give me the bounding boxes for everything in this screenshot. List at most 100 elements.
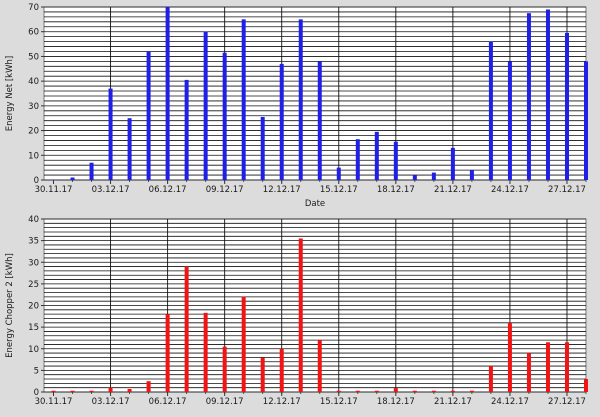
bar: [165, 7, 170, 180]
bar: [298, 238, 303, 392]
bar: [184, 79, 189, 180]
y-tick-label: 70: [28, 3, 39, 13]
chart-canvas: 01020304050607030.11.17 03.12.17 06.12.17 0…: [5, 3, 588, 407]
bar: [279, 63, 284, 180]
bar: [279, 348, 284, 392]
bar: [355, 139, 360, 180]
bar: [412, 390, 417, 392]
bar: [317, 340, 322, 392]
x-tick-label: 12.12.17: [263, 185, 301, 195]
bar: [146, 381, 151, 392]
bar: [374, 390, 379, 392]
bar: [241, 19, 246, 180]
bar: [488, 366, 493, 392]
x-tick-label: 06.12.17: [149, 397, 187, 407]
y-tick-label: 5: [34, 366, 39, 376]
x-tick-label: 12.12.17: [263, 397, 301, 407]
bar: [127, 388, 132, 392]
bar: [469, 390, 474, 392]
y-tick-label: 30: [28, 258, 39, 268]
y-tick-label: 40: [28, 77, 39, 87]
y-tick-label: 25: [28, 280, 39, 290]
y-tick-label: 15: [28, 323, 39, 333]
x-tick-label: 09.12.17: [206, 185, 244, 195]
bar: [584, 379, 588, 392]
y-tick-label: 20: [28, 302, 39, 312]
y-axis-label: Energy Chopper 2 [kWh]: [5, 253, 15, 358]
bar: [70, 177, 75, 180]
bar: [146, 51, 151, 180]
y-tick-label: 60: [28, 28, 39, 38]
bar: [336, 167, 341, 180]
bar: [393, 141, 398, 180]
bar: [222, 52, 227, 180]
y-tick-label: 20: [28, 127, 39, 137]
x-tick-label: 18.12.17: [377, 185, 415, 195]
x-tick-label: 21.12.17: [434, 397, 472, 407]
y-tick-label: 10: [28, 151, 39, 161]
x-tick-label: 15.12.17: [320, 397, 358, 407]
x-tick-label: 30.11.17: [35, 397, 73, 407]
bar: [70, 390, 75, 392]
x-tick-label: 18.12.17: [377, 397, 415, 407]
x-tick-label: 24.12.17: [491, 397, 529, 407]
y-tick-label: 10: [28, 345, 39, 355]
bar: [431, 390, 436, 392]
bar: [89, 390, 94, 392]
x-tick-label: 24.12.17: [491, 185, 529, 195]
bar: [545, 9, 550, 180]
bar: [526, 353, 531, 392]
bar: [165, 314, 170, 392]
bar: [317, 61, 322, 180]
x-tick-label: 30.11.17: [35, 185, 73, 195]
y-tick-label: 50: [28, 52, 39, 62]
x-tick-label: 27.12.17: [548, 185, 586, 195]
bar: [203, 312, 208, 392]
bar: [450, 390, 455, 392]
bar: [469, 170, 474, 180]
bar: [545, 342, 550, 392]
bar: [336, 390, 341, 392]
bar: [108, 387, 113, 392]
bar: [526, 13, 531, 180]
bar: [51, 180, 56, 181]
chart-panel-1: 01020304050607030.11.17 03.12.17 06.12.17 0…: [5, 3, 588, 209]
bar: [507, 322, 512, 392]
bar: [184, 266, 189, 392]
y-axis-label: Energy Net [kWh]: [5, 56, 15, 131]
bar: [127, 118, 132, 180]
x-tick-label: 06.12.17: [149, 185, 187, 195]
chart-panel-2: 051015202530354030.11.17 03.12.17 06.12.17…: [5, 215, 588, 407]
x-tick-label: 09.12.17: [206, 397, 244, 407]
x-tick-label: 27.12.17: [548, 397, 586, 407]
bar: [260, 116, 265, 180]
x-axis-label: Date: [305, 199, 325, 209]
bar: [89, 162, 94, 180]
y-tick-label: 35: [28, 237, 39, 247]
bar: [450, 147, 455, 180]
x-tick-label: 03.12.17: [92, 397, 130, 407]
bar: [108, 88, 113, 180]
x-tick-label: 15.12.17: [320, 185, 358, 195]
y-tick-label: 40: [28, 215, 39, 225]
bar: [374, 131, 379, 180]
bar: [298, 19, 303, 180]
bar: [431, 172, 436, 180]
bar: [51, 390, 56, 392]
bar: [241, 296, 246, 392]
bar: [564, 342, 569, 392]
bar: [412, 175, 417, 180]
bar: [564, 32, 569, 181]
bar: [488, 41, 493, 180]
plot-area: [43, 6, 587, 181]
bar: [393, 388, 398, 392]
x-tick-label: 03.12.17: [92, 185, 130, 195]
bar: [203, 31, 208, 181]
bar: [355, 390, 360, 392]
x-tick-label: 21.12.17: [434, 185, 472, 195]
chart-window: 0 10 20 30 40 50 60 70 30.11.17 03.12.17 06.12.17 0…: [0, 0, 600, 413]
bar: [507, 61, 512, 180]
bar: [260, 357, 265, 392]
y-tick-label: 30: [28, 102, 39, 112]
bar: [222, 346, 227, 392]
